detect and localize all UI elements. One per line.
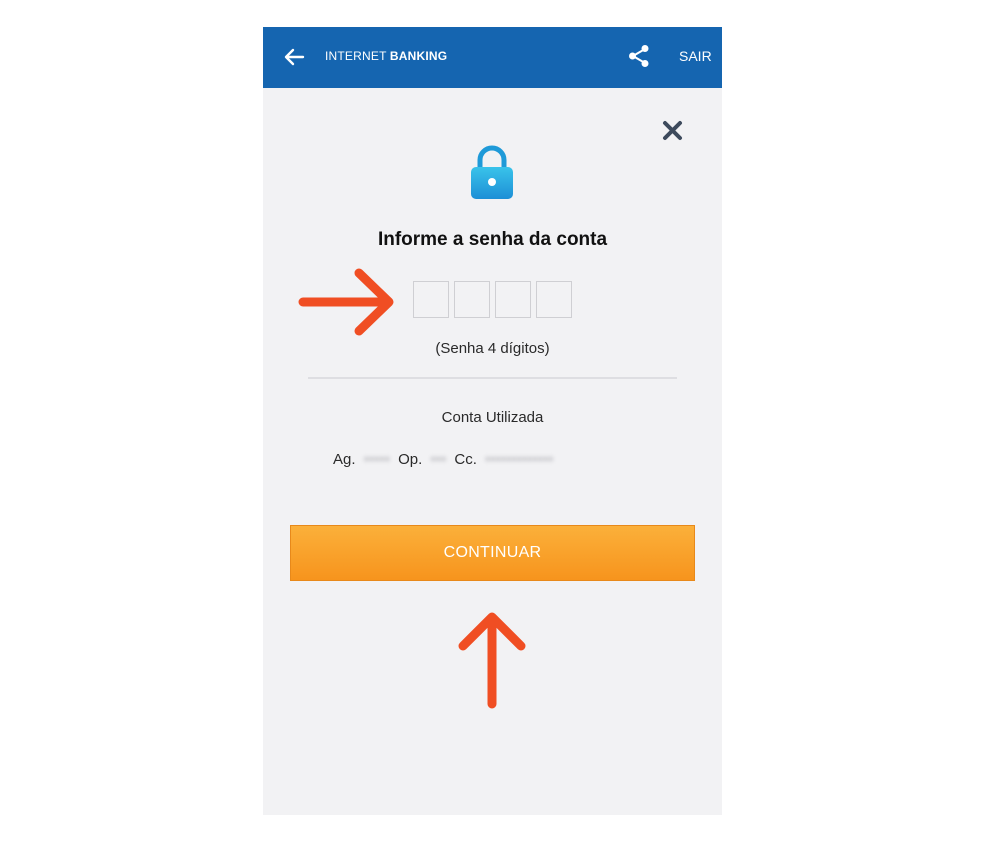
- agency-label: Ag.: [333, 451, 356, 468]
- continue-button[interactable]: CONTINUAR: [290, 525, 695, 581]
- annotation-arrow-up-icon: [458, 612, 526, 709]
- account-number-value: •••••••••••••: [485, 451, 554, 468]
- top-bar: INTERNET BANKING SAIR: [263, 27, 722, 88]
- dialog-heading: Informe a senha da conta: [377, 229, 608, 250]
- exit-button[interactable]: SAIR: [679, 48, 712, 64]
- pin-digit-1[interactable]: [413, 281, 449, 318]
- share-icon[interactable]: [628, 44, 650, 68]
- pin-digit-3[interactable]: [495, 281, 531, 318]
- account-details: Ag. ••••• Op. ••• Cc. •••••••••••••: [333, 451, 557, 468]
- pin-digit-4[interactable]: [536, 281, 572, 318]
- pin-input-group: [413, 281, 572, 318]
- agency-value: •••••: [363, 451, 390, 468]
- operation-label: Op.: [398, 451, 423, 468]
- account-number-label: Cc.: [454, 451, 477, 468]
- pin-digit-2[interactable]: [454, 281, 490, 318]
- app-title-prefix: INTERNET: [325, 49, 390, 63]
- arrow-left-icon[interactable]: [283, 46, 305, 68]
- operation-value: •••: [430, 451, 447, 468]
- divider: [308, 377, 677, 379]
- lock-icon: [471, 145, 513, 199]
- close-icon[interactable]: [662, 120, 683, 141]
- app-title-bold: BANKING: [389, 49, 448, 63]
- annotation-arrow-right-icon: [298, 268, 394, 336]
- app-title: INTERNET BANKING: [325, 49, 447, 63]
- account-label: Conta Utilizada: [441, 409, 544, 426]
- pin-hint: (Senha 4 dígitos): [435, 340, 550, 357]
